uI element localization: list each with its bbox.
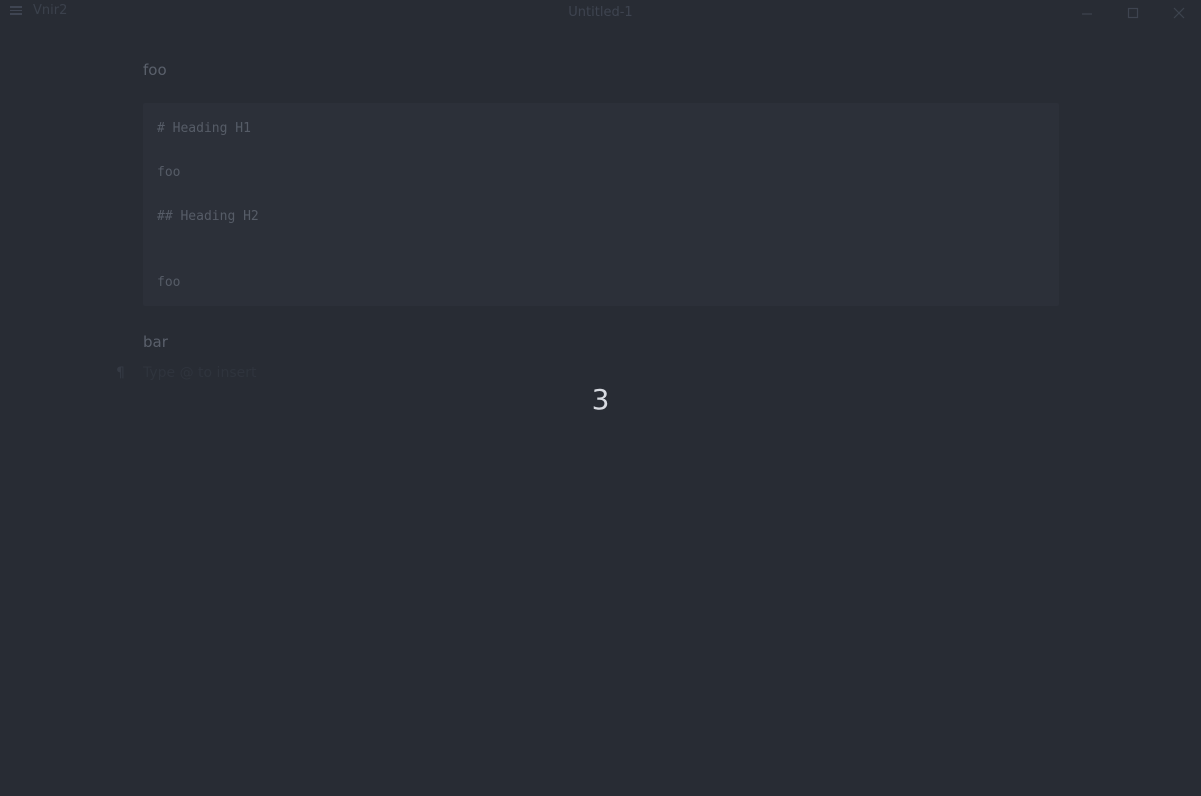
close-button[interactable] xyxy=(1169,3,1189,23)
paragraph-bar[interactable]: bar xyxy=(143,333,168,351)
code-line: foo xyxy=(157,275,181,290)
maximize-icon xyxy=(1127,7,1139,19)
empty-block-placeholder[interactable]: Type @ to insert xyxy=(143,365,256,381)
minimize-icon xyxy=(1082,13,1092,15)
maximize-button[interactable] xyxy=(1123,3,1143,23)
code-block[interactable]: # Heading H1 foo ## Heading H2 foo xyxy=(143,103,1059,306)
minimize-button[interactable] xyxy=(1077,3,1097,23)
code-line: foo xyxy=(157,165,181,180)
paragraph-foo[interactable]: foo xyxy=(143,61,167,79)
window-title: Untitled-1 xyxy=(568,5,633,20)
pilcrow-icon[interactable]: ¶ xyxy=(116,365,125,381)
close-icon xyxy=(1173,7,1185,19)
title-bar: Vnir2 Untitled-1 xyxy=(0,0,1201,26)
countdown-overlay: 3 xyxy=(591,383,610,416)
code-line: # Heading H1 xyxy=(157,121,251,136)
app-window: Vnir2 Untitled-1 foo # Heading H1 foo ##… xyxy=(0,0,1201,796)
code-line: ## Heading H2 xyxy=(157,209,259,224)
